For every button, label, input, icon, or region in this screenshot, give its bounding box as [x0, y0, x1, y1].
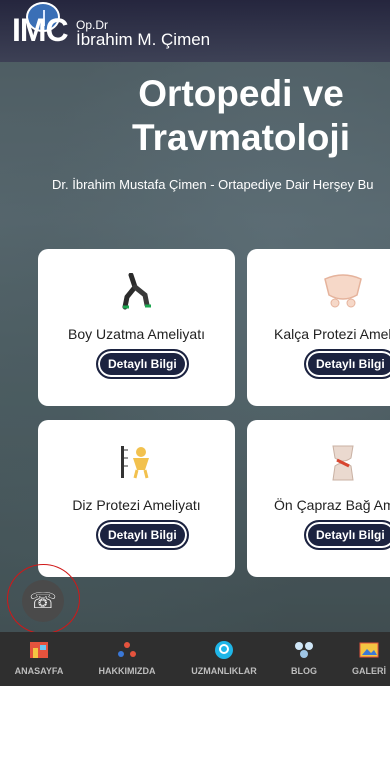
service-card-diz-protezi[interactable]: Diz Protezi Ameliyatı Detaylı Bilgi: [38, 420, 235, 577]
card-title: Diz Protezi Ameliyatı: [72, 497, 201, 513]
nav-label: GALERİ: [351, 666, 386, 676]
nav-label: BLOG: [291, 666, 317, 676]
blog-icon: [293, 640, 315, 660]
bottom-navigation: ANASAYFA HAKKIMIZDA UZMANLIKLAR BLOG GAL…: [0, 632, 390, 686]
title-line-1: Ortopedi ve: [138, 73, 344, 114]
height-measure-icon: [38, 444, 235, 484]
page-title: Ortopedi ve Travmatoloji: [0, 72, 390, 160]
details-button[interactable]: Detaylı Bilgi: [96, 349, 189, 379]
page-subtitle: Dr. İbrahim Mustafa Çimen - Ortapediye D…: [52, 177, 374, 192]
details-button[interactable]: Detaylı Bilgi: [96, 520, 189, 550]
title-line-2: Travmatoloji: [132, 117, 350, 158]
logo-mark: IMC: [12, 12, 69, 48]
card-title: Boy Uzatma Ameliyatı: [68, 326, 205, 342]
nav-item-uzmanliklar[interactable]: UZMANLIKLAR: [188, 632, 260, 686]
knee-joint-icon: [233, 444, 390, 484]
gallery-icon: [358, 640, 380, 660]
top-header: IMC Op.Dr İbrahim M. Çimen: [0, 0, 390, 62]
nav-item-galeri[interactable]: GALERİ: [348, 632, 390, 686]
hip-bone-icon: [233, 273, 390, 313]
site-logo[interactable]: IMC Op.Dr İbrahim M. Çimen: [12, 2, 222, 56]
home-icon: [28, 640, 50, 660]
hero-section: IMC Op.Dr İbrahim M. Çimen Ortopedi ve T…: [0, 0, 390, 632]
phone-icon: ☏: [29, 588, 57, 613]
leg-icon: [38, 272, 235, 313]
team-icon: [116, 640, 138, 660]
card-title: Kalça Protezi Ameliyatı: [274, 326, 390, 342]
logo-name: İbrahim M. Çimen: [76, 30, 211, 49]
nav-label: ANASAYFA: [14, 666, 64, 676]
details-button[interactable]: Detaylı Bilgi: [304, 520, 390, 550]
nav-item-blog[interactable]: BLOG: [287, 632, 321, 686]
service-card-kalca-protezi[interactable]: Kalça Protezi Ameliyatı Detaylı Bilgi: [247, 249, 390, 406]
phone-call-button[interactable]: ☏: [22, 580, 64, 622]
card-title: Ön Çapraz Bağ Ameliyatı: [274, 497, 390, 513]
nav-item-hakkimizda[interactable]: HAKKIMIZDA: [95, 632, 159, 686]
nav-label: UZMANLIKLAR: [191, 666, 257, 676]
expertise-icon: [213, 640, 235, 660]
service-card-on-capraz-bag[interactable]: Ön Çapraz Bağ Ameliyatı Detaylı Bilgi: [247, 420, 390, 577]
nav-label: HAKKIMIZDA: [98, 666, 156, 676]
nav-item-anasayfa[interactable]: ANASAYFA: [12, 632, 66, 686]
service-card-boy-uzatma[interactable]: Boy Uzatma Ameliyatı Detaylı Bilgi: [38, 249, 235, 406]
details-button[interactable]: Detaylı Bilgi: [304, 349, 390, 379]
